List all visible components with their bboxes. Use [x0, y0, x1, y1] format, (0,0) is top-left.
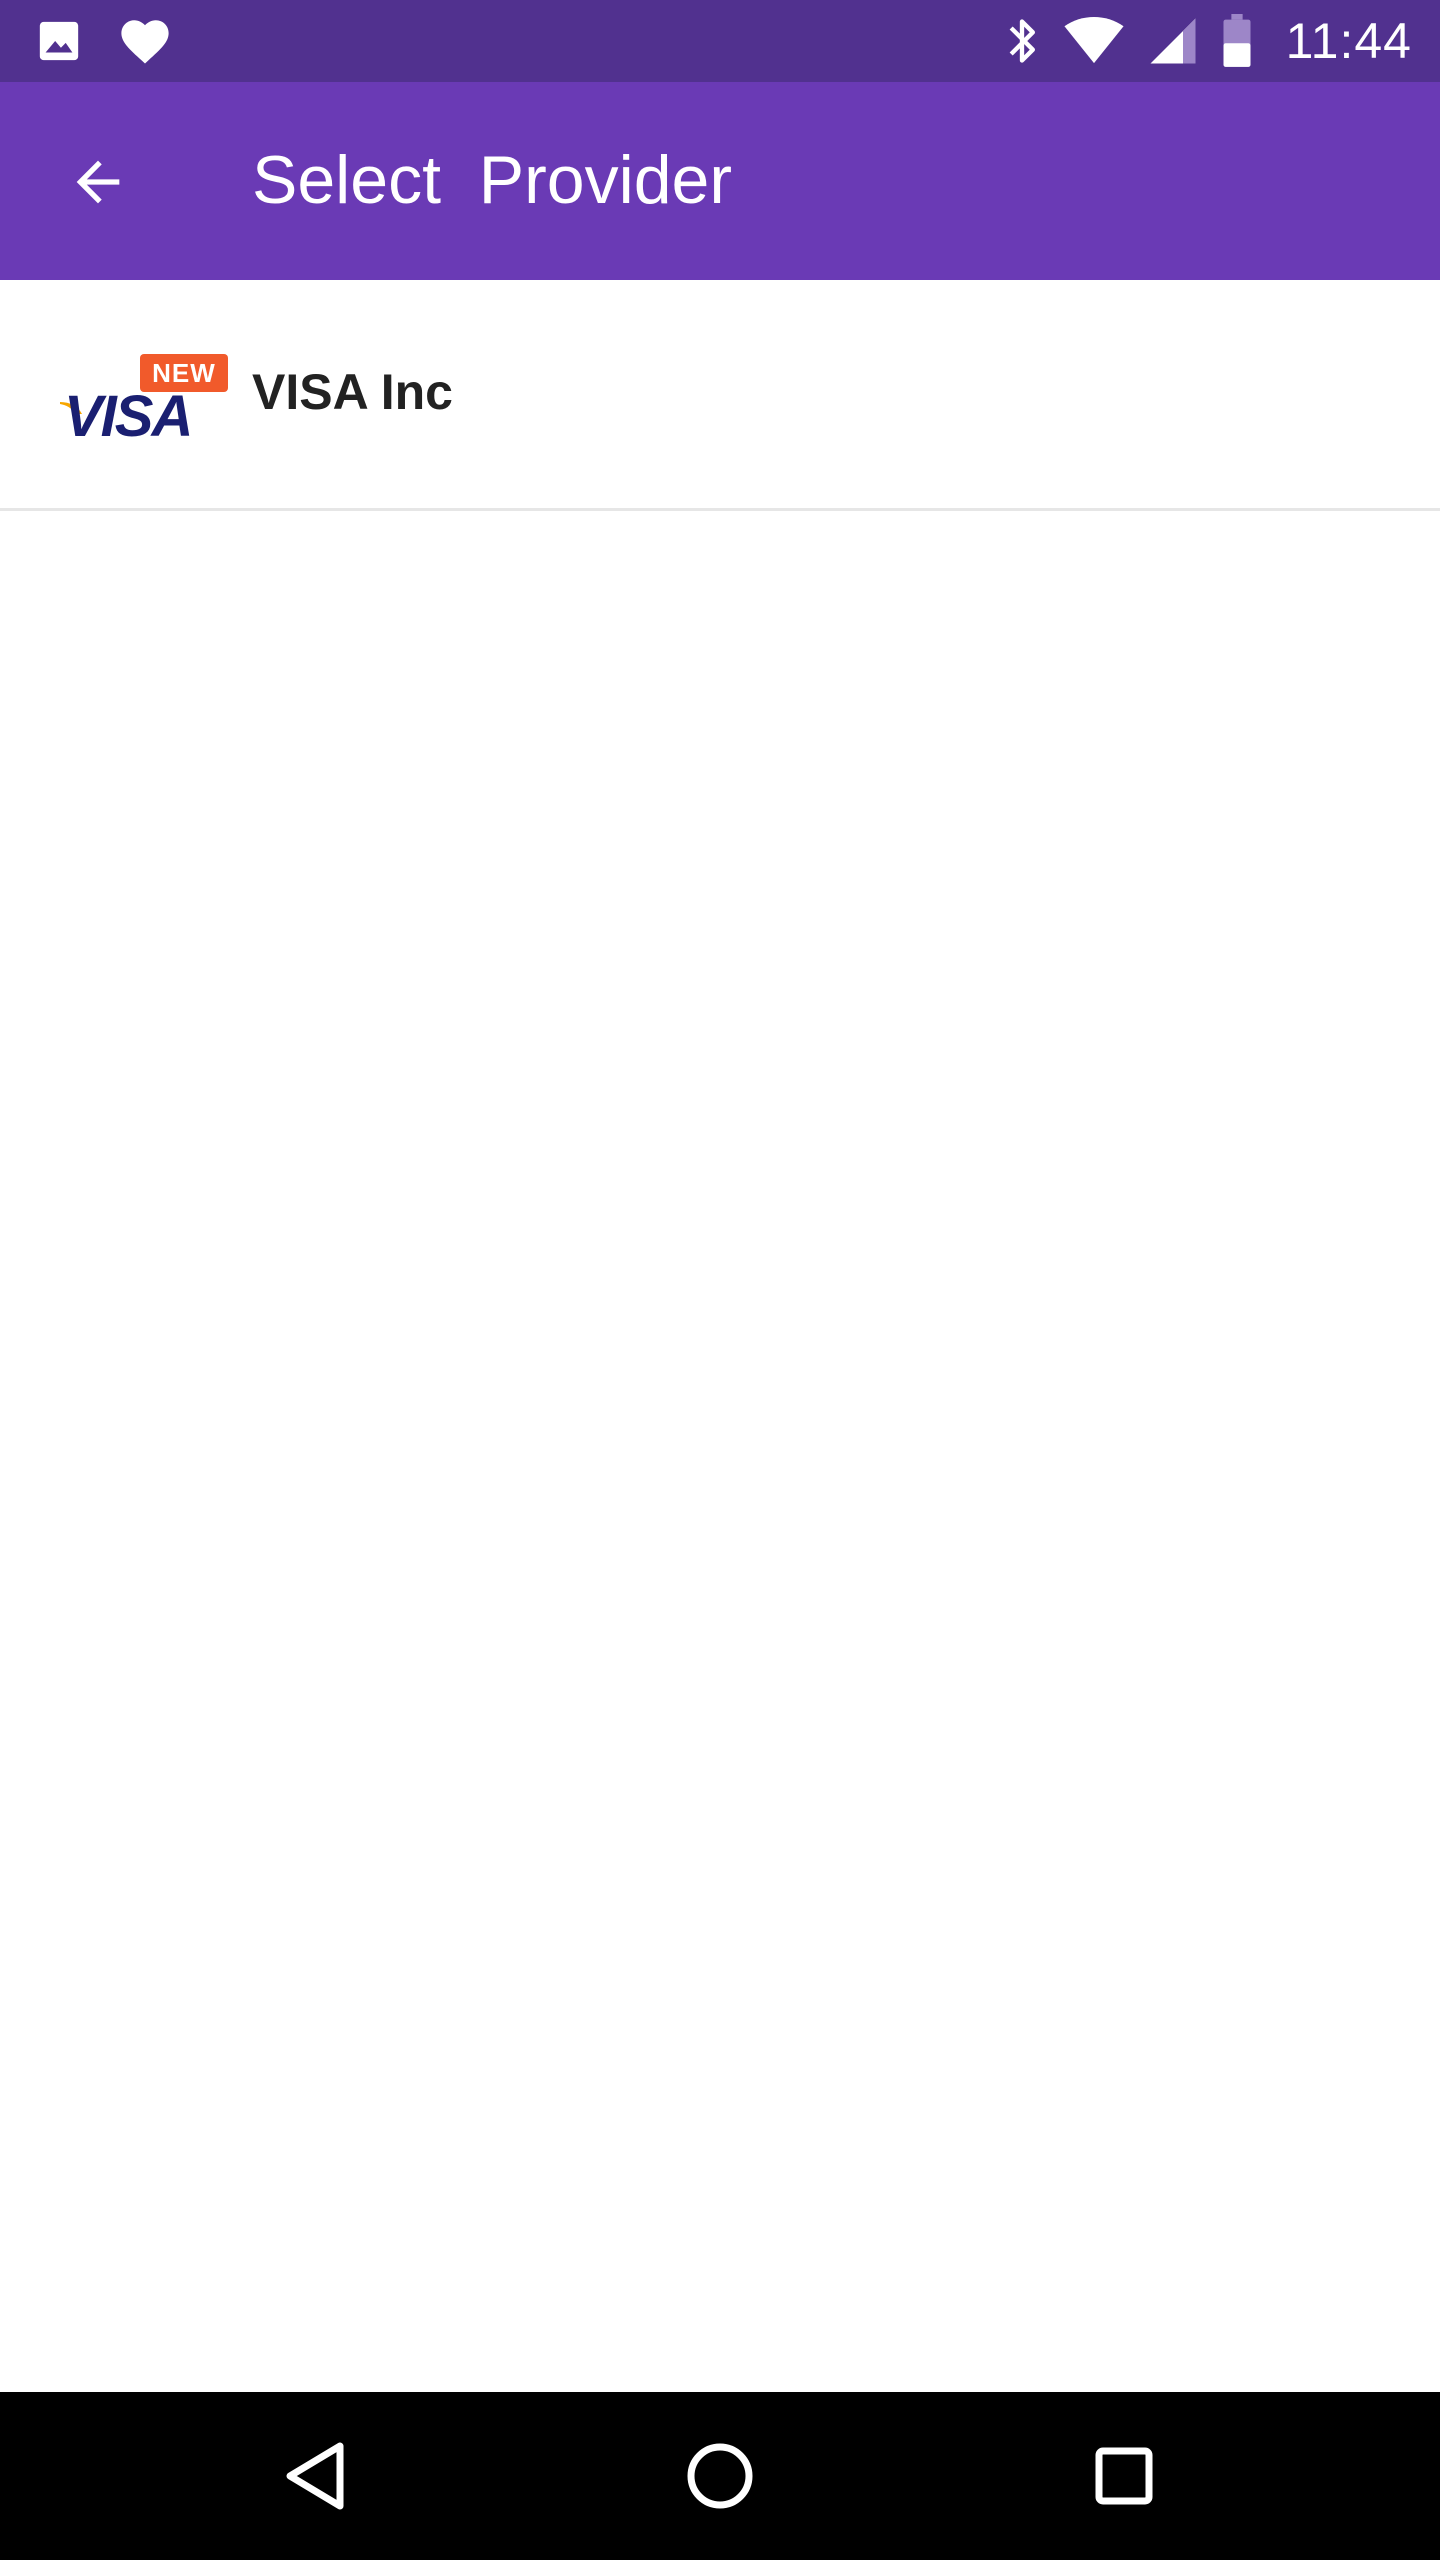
nav-recents-button[interactable]	[1074, 2426, 1174, 2526]
new-badge: NEW	[140, 354, 228, 392]
arrow-back-icon	[66, 150, 130, 214]
image-icon	[36, 18, 82, 64]
nav-home-button[interactable]	[670, 2426, 770, 2526]
provider-name: VISA Inc	[252, 364, 453, 420]
status-right-icons: 11:44	[1004, 8, 1412, 74]
status-bar: 11:44	[0, 0, 1440, 82]
provider-item-visa[interactable]: VISA NEW VISA Inc	[0, 280, 1440, 511]
back-button[interactable]	[50, 134, 146, 230]
back-triangle-icon	[284, 2440, 348, 2512]
provider-list: VISA NEW VISA Inc	[0, 280, 1440, 511]
heart-icon	[118, 16, 172, 66]
wifi-icon	[1062, 16, 1126, 66]
status-time: 11:44	[1285, 13, 1412, 69]
bluetooth-icon	[1004, 15, 1040, 67]
navigation-bar	[0, 2392, 1440, 2560]
status-left-icons	[36, 14, 172, 68]
app-bar: Select Provider	[0, 82, 1440, 280]
battery-icon	[1220, 14, 1254, 68]
home-circle-icon	[686, 2442, 754, 2510]
screen: 11:44 Select Provider VISA NEW VISA Inc	[0, 0, 1440, 2560]
signal-icon	[1148, 16, 1198, 66]
nav-back-button[interactable]	[266, 2426, 366, 2526]
svg-text:VISA: VISA	[64, 384, 191, 449]
page-title: Select Provider	[252, 142, 732, 218]
recents-square-icon	[1094, 2446, 1154, 2506]
